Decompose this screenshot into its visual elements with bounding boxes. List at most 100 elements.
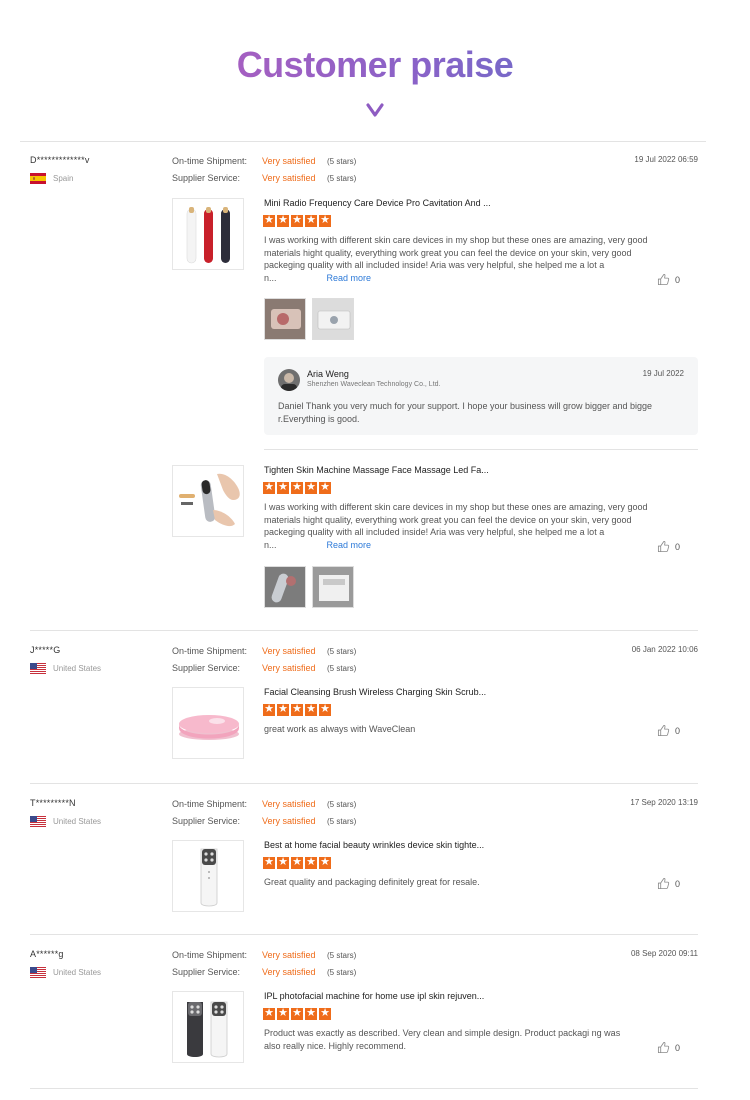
review-card: T*********N United States On-time Shipme… bbox=[30, 798, 698, 935]
thumbs-up-icon bbox=[657, 273, 670, 286]
like-count: 0 bbox=[675, 274, 681, 285]
ontime-value: Very satisfied bbox=[262, 799, 316, 809]
review-photos bbox=[264, 298, 354, 340]
reviewer-name: A******g bbox=[30, 949, 64, 959]
review-photo[interactable] bbox=[312, 566, 354, 608]
like-count: 0 bbox=[675, 878, 681, 889]
review-text: great work as always with WaveClean bbox=[264, 724, 416, 734]
product-thumbnail[interactable] bbox=[172, 991, 244, 1063]
thumbs-up-icon bbox=[657, 724, 670, 737]
supplier-stars: (5 stars) bbox=[327, 174, 357, 183]
star-icon bbox=[291, 855, 303, 869]
rating-stars bbox=[263, 1006, 331, 1020]
reviewer-country: United States bbox=[30, 815, 101, 827]
ontime-stars: (5 stars) bbox=[327, 157, 357, 166]
star-icon bbox=[291, 213, 303, 227]
star-icon bbox=[277, 1006, 289, 1020]
supplier-stars: (5 stars) bbox=[327, 817, 357, 826]
star-icon bbox=[263, 702, 275, 716]
like-count: 0 bbox=[675, 1042, 681, 1053]
star-icon bbox=[277, 213, 289, 227]
review-text: Product was exactly as described. Very c… bbox=[264, 1028, 621, 1051]
supplier-value: Very satisfied bbox=[262, 173, 316, 183]
review-photo[interactable] bbox=[312, 298, 354, 340]
product-title[interactable]: Facial Cleansing Brush Wireless Charging… bbox=[264, 687, 486, 697]
supplier-stars: (5 stars) bbox=[327, 968, 357, 977]
star-icon bbox=[319, 1006, 331, 1020]
country-label: United States bbox=[53, 663, 102, 673]
like-button[interactable]: 0 bbox=[657, 724, 680, 737]
review-text: I was working with different skin care d… bbox=[264, 501, 662, 551]
reply-text: Daniel Thank you very much for your supp… bbox=[278, 401, 653, 424]
rating-stars bbox=[263, 702, 331, 716]
product-thumbnail[interactable] bbox=[172, 687, 244, 759]
read-more-link[interactable]: Read more bbox=[327, 540, 372, 550]
star-icon bbox=[319, 855, 331, 869]
star-icon bbox=[291, 480, 303, 494]
star-icon bbox=[305, 702, 317, 716]
country-label: United States bbox=[53, 816, 102, 826]
star-icon bbox=[277, 480, 289, 494]
review-item: IPL photofacial machine for home use ipl… bbox=[172, 991, 698, 1081]
review-date: 08 Sep 2020 09:11 bbox=[630, 949, 698, 958]
rating-stars bbox=[263, 213, 331, 227]
star-icon bbox=[319, 480, 331, 494]
star-icon bbox=[263, 1006, 275, 1020]
product-thumbnail[interactable] bbox=[172, 465, 244, 537]
like-button[interactable]: 0 bbox=[657, 877, 680, 890]
supplier-value: Very satisfied bbox=[262, 663, 316, 673]
product-title[interactable]: Mini Radio Frequency Care Device Pro Cav… bbox=[264, 198, 491, 208]
ontime-value: Very satisfied bbox=[262, 950, 316, 960]
supplier-label: Supplier Service: bbox=[172, 816, 241, 826]
review-date: 17 Sep 2020 13:19 bbox=[630, 798, 698, 807]
avatar bbox=[278, 369, 300, 391]
supplier-label: Supplier Service: bbox=[172, 173, 241, 183]
star-icon bbox=[263, 855, 275, 869]
review-item: Mini Radio Frequency Care Device Pro Cav… bbox=[172, 198, 698, 450]
star-icon bbox=[319, 702, 331, 716]
review-item: Tighten Skin Machine Massage Face Massag… bbox=[172, 465, 698, 625]
supplier-label: Supplier Service: bbox=[172, 967, 241, 977]
product-thumbnail[interactable] bbox=[172, 198, 244, 270]
product-title[interactable]: Best at home facial beauty wrinkles devi… bbox=[264, 840, 484, 850]
product-title[interactable]: Tighten Skin Machine Massage Face Massag… bbox=[264, 465, 489, 475]
review-text: Great quality and packaging definitely g… bbox=[264, 877, 480, 887]
star-icon bbox=[277, 702, 289, 716]
like-button[interactable]: 0 bbox=[657, 273, 680, 286]
us-flag-icon bbox=[30, 967, 46, 978]
review-text: I was working with different skin care d… bbox=[264, 234, 662, 284]
star-icon bbox=[263, 213, 275, 227]
reviewer-country: United States bbox=[30, 966, 101, 978]
chevron-down-icon bbox=[366, 103, 384, 117]
country-label: United States bbox=[53, 967, 102, 977]
star-icon bbox=[305, 213, 317, 227]
supplier-label: Supplier Service: bbox=[172, 663, 241, 673]
product-thumbnail[interactable] bbox=[172, 840, 244, 912]
like-button[interactable]: 0 bbox=[657, 1041, 680, 1054]
ontime-label: On-time Shipment: bbox=[172, 156, 248, 166]
ontime-stars: (5 stars) bbox=[327, 647, 357, 656]
review-date: 06 Jan 2022 10:06 bbox=[631, 645, 698, 654]
seller-reply: Aria Weng Shenzhen Waveclean Technology … bbox=[264, 357, 698, 435]
review-photo[interactable] bbox=[264, 298, 306, 340]
thumbs-up-icon bbox=[657, 540, 670, 553]
thumbs-up-icon bbox=[657, 877, 670, 890]
star-icon bbox=[263, 480, 275, 494]
star-icon bbox=[305, 480, 317, 494]
product-title[interactable]: IPL photofacial machine for home use ipl… bbox=[264, 991, 484, 1001]
reviewer-name: D*************v bbox=[30, 155, 90, 165]
page-header: Customer praise bbox=[0, 0, 750, 140]
rating-stars bbox=[263, 480, 331, 494]
ontime-label: On-time Shipment: bbox=[172, 799, 248, 809]
review-item: Best at home facial beauty wrinkles devi… bbox=[172, 840, 698, 920]
like-button[interactable]: 0 bbox=[657, 540, 680, 553]
star-icon bbox=[277, 855, 289, 869]
review-photo[interactable] bbox=[264, 566, 306, 608]
star-icon bbox=[305, 1006, 317, 1020]
read-more-link[interactable]: Read more bbox=[327, 273, 372, 283]
star-icon bbox=[291, 702, 303, 716]
ontime-stars: (5 stars) bbox=[327, 951, 357, 960]
review-item: Facial Cleansing Brush Wireless Charging… bbox=[172, 687, 698, 767]
ontime-value: Very satisfied bbox=[262, 646, 316, 656]
star-icon bbox=[291, 1006, 303, 1020]
